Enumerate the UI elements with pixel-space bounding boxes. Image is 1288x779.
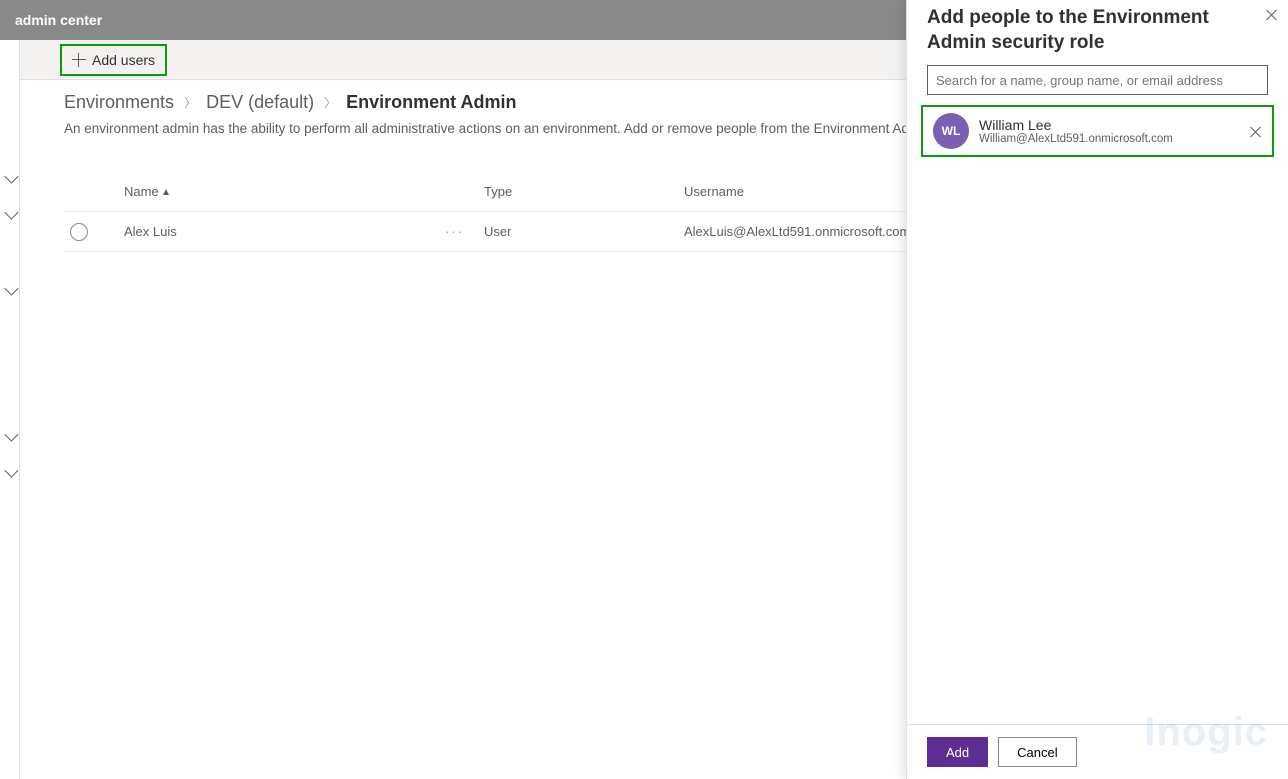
breadcrumb-environments[interactable]: Environments [64,92,174,113]
chevron-down-icon [4,170,18,184]
left-rail [0,40,20,779]
col-type[interactable]: Type [484,184,684,199]
chevron-right-icon: 〉 [324,94,336,111]
rail-toggle-4[interactable] [0,418,20,454]
col-name[interactable]: Name [104,184,484,199]
row-type: User [484,224,684,239]
chevron-down-icon [4,428,18,442]
panel-title: Add people to the Environment Admin secu… [927,6,1268,55]
person-name: William Lee [979,117,1173,133]
chevron-right-icon: 〉 [184,94,196,111]
rail-toggle-3[interactable] [0,272,20,308]
row-name: Alex Luis [124,224,177,239]
chevron-down-icon [4,206,18,220]
row-more-button[interactable]: ··· [445,224,464,239]
panel-footer: Add Cancel [907,724,1288,779]
add-button[interactable]: Add [927,737,988,767]
rail-toggle-5[interactable] [0,454,20,490]
plus-icon [72,53,86,67]
search-box [927,65,1268,95]
rail-toggle-1[interactable] [0,160,20,196]
add-users-label: Add users [92,52,155,68]
person-email: William@AlexLtd591.onmicrosoft.com [979,133,1173,145]
chevron-down-icon [4,282,18,296]
chevron-down-icon [4,464,18,478]
rail-toggle-2[interactable] [0,196,20,232]
selected-person-chip: WL William Lee William@AlexLtd591.onmicr… [921,105,1274,157]
panel-header: Add people to the Environment Admin secu… [907,0,1288,65]
app-title: admin center [15,12,102,28]
cancel-button[interactable]: Cancel [998,737,1076,767]
remove-person-icon[interactable] [1246,123,1262,139]
breadcrumb-dev[interactable]: DEV (default) [206,92,314,113]
avatar: WL [933,113,969,149]
add-people-panel: Add people to the Environment Admin secu… [906,0,1288,779]
close-icon[interactable] [1262,6,1282,26]
search-input[interactable] [928,66,1267,94]
add-users-button[interactable]: Add users [60,44,167,76]
row-select-circle[interactable] [70,223,88,241]
breadcrumb-current: Environment Admin [346,92,516,113]
sort-asc-icon [163,189,169,195]
